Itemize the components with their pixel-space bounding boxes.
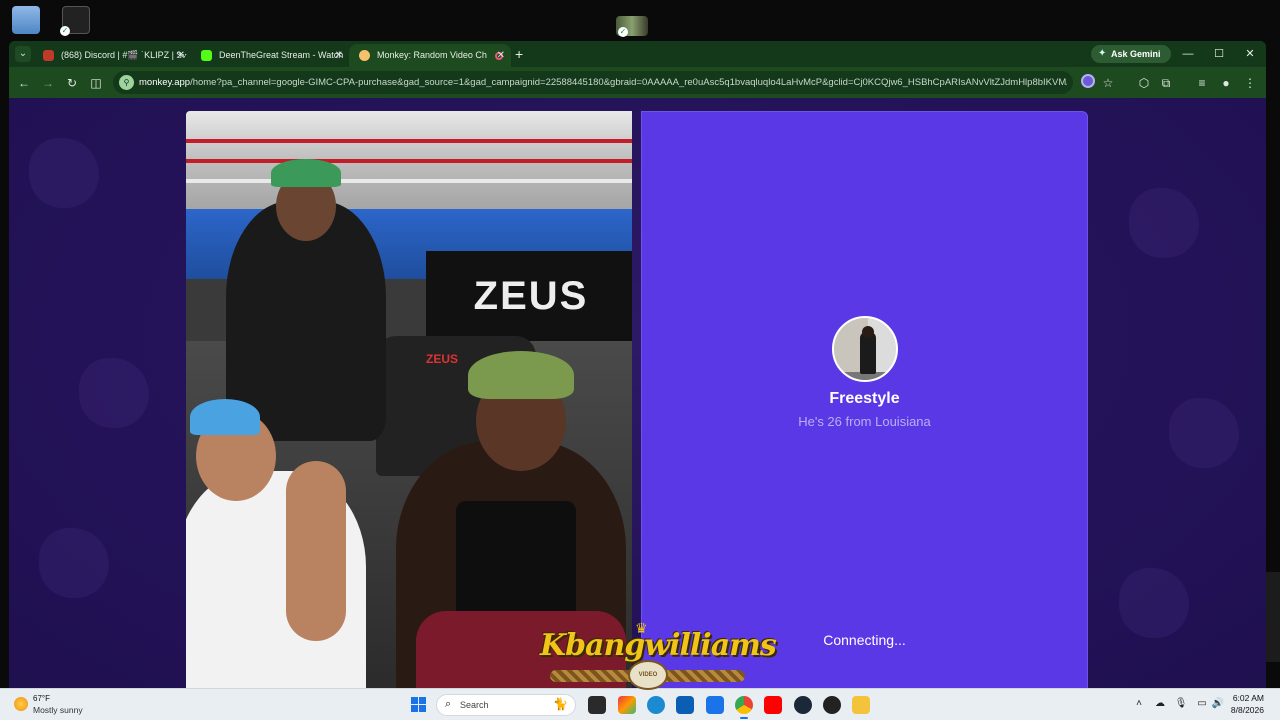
menu-kebab-icon[interactable]: ⋮ xyxy=(1241,74,1259,92)
person-white-tank xyxy=(186,399,366,691)
network-icon[interactable]: ▭ xyxy=(1194,698,1210,709)
browser-toolbar: ← → ↻ ◫ ⚲ monkey.app/home?pa_channel=goo… xyxy=(9,67,1266,98)
extensions-puzzle-icon[interactable]: ⧉ xyxy=(1157,74,1175,92)
search-placeholder: Search xyxy=(460,700,489,710)
obs-icon[interactable] xyxy=(823,696,841,714)
weather-temp: 67°F xyxy=(33,694,50,703)
url-path: /home?pa_channel=google-GIMC-CPA-purchas… xyxy=(190,77,1067,88)
windows-logo-icon xyxy=(419,697,426,704)
profile-avatar-icon[interactable]: ● xyxy=(1217,74,1235,92)
tab-monkey[interactable]: Monkey: Random Video Ch ✕ xyxy=(349,44,511,67)
person-arm xyxy=(286,461,346,641)
maximize-button[interactable]: ☐ xyxy=(1204,45,1234,63)
weather-widget[interactable]: 67°F Mostly sunny xyxy=(14,694,134,718)
close-icon[interactable]: ✕ xyxy=(497,44,505,67)
ask-gemini-label: Ask Gemini xyxy=(1111,49,1161,59)
watermark-text: Kbangwilliams xyxy=(540,628,777,663)
match-bio: He's 26 from Louisiana xyxy=(798,414,931,429)
weather-desc: Mostly sunny xyxy=(33,705,83,715)
url-text[interactable]: monkey.app/home?pa_channel=google-GIMC-C… xyxy=(139,71,1067,94)
avatar-figure-head xyxy=(862,326,874,338)
person-hat xyxy=(271,159,341,187)
tab-strip: ⌄ (868) Discord | #🎬 ˙KLIPZ | Ꮥꭹ ✕ DeenT… xyxy=(9,41,1266,67)
discord-favicon-icon xyxy=(43,50,54,61)
search-icon: ⌕ xyxy=(445,698,452,710)
address-bar[interactable]: ⚲ monkey.app/home?pa_channel=google-GIMC… xyxy=(113,71,1073,94)
sun-icon xyxy=(14,697,28,711)
sync-check-icon: ✓ xyxy=(60,26,70,36)
microphone-icon[interactable]: 🎙 xyxy=(1173,698,1189,709)
watermark-sub: VIDEO xyxy=(638,672,658,678)
tab-label: (868) Discord | #🎬 ˙KLIPZ | Ꮥꭹ xyxy=(61,50,187,60)
file-explorer-icon[interactable] xyxy=(852,696,870,714)
ask-gemini-button[interactable]: ✦ Ask Gemini xyxy=(1091,45,1171,63)
tab-label: DeenTheGreat Stream - Watch xyxy=(219,50,344,60)
clock-date: 8/8/2026 xyxy=(1230,705,1264,715)
tab-kick-stream[interactable]: DeenTheGreat Stream - Watch ✕ xyxy=(191,44,349,67)
tab-search-dropdown[interactable]: ⌄ xyxy=(15,46,31,62)
media-controls-icon[interactable]: ≡ xyxy=(1193,74,1211,92)
match-video-panel: Freestyle He's 26 from Louisiana Connect… xyxy=(641,111,1088,691)
ring-rope xyxy=(186,139,632,143)
tab-discord[interactable]: (868) Discord | #🎬 ˙KLIPZ | Ꮥꭹ ✕ xyxy=(33,44,191,67)
background-pattern xyxy=(39,528,109,598)
background-pattern xyxy=(79,358,149,428)
recycle-bin-icon[interactable] xyxy=(12,6,40,34)
background-window-edge xyxy=(1266,572,1280,662)
new-tab-button[interactable]: + xyxy=(515,45,523,63)
monkey-app-page: ZEUS ZEUS Freestyle He's 26 from Louisia… xyxy=(9,98,1266,691)
browser-window: ⌄ (868) Discord | #🎬 ˙KLIPZ | Ꮥꭹ ✕ DeenT… xyxy=(9,41,1266,691)
back-icon[interactable]: ← xyxy=(15,74,33,92)
gemini-sparkle-icon: ✦ xyxy=(1098,48,1107,59)
bookmark-star-icon[interactable]: ☆ xyxy=(1099,74,1117,92)
forward-icon[interactable]: → xyxy=(39,74,57,92)
avatar-figure xyxy=(860,332,876,374)
close-window-button[interactable]: ✕ xyxy=(1235,45,1265,63)
start-button[interactable] xyxy=(411,697,427,713)
url-host: monkey.app xyxy=(139,77,191,88)
ring-banner: ZEUS xyxy=(426,251,632,341)
minimize-button[interactable]: — xyxy=(1173,45,1203,63)
windows-logo-icon xyxy=(411,705,418,712)
background-pattern xyxy=(1129,188,1199,258)
sync-check-icon: ✓ xyxy=(618,27,628,37)
ring-rope xyxy=(186,179,632,183)
extension-icon[interactable] xyxy=(1081,74,1095,88)
windows-logo-icon xyxy=(419,705,426,712)
match-username: Freestyle xyxy=(829,390,900,407)
steam-icon[interactable] xyxy=(794,696,812,714)
windows-logo-icon xyxy=(411,697,418,704)
split-view-icon[interactable]: ◫ xyxy=(87,74,105,92)
person-cap xyxy=(190,399,260,435)
volume-icon[interactable]: 🔊 xyxy=(1210,698,1226,709)
streamer-watermark-logo: ♛ Kbangwilliams VIDEO xyxy=(540,620,777,700)
chair-logo: ZEUS xyxy=(426,352,459,366)
background-pattern xyxy=(1169,398,1239,468)
boxing-glove-icon: VIDEO xyxy=(628,660,668,690)
system-clock[interactable]: 6:02 AM 8/8/2026 xyxy=(1226,692,1264,716)
chevron-up-icon[interactable]: ˄ xyxy=(1131,698,1147,709)
background-pattern xyxy=(29,138,99,208)
clock-time: 6:02 AM xyxy=(1232,693,1264,703)
youtube-icon[interactable] xyxy=(764,696,782,714)
close-icon[interactable]: ✕ xyxy=(177,44,185,67)
background-pattern xyxy=(1119,568,1189,638)
monkey-favicon-icon xyxy=(359,50,370,61)
reload-icon[interactable]: ↻ xyxy=(63,74,81,92)
match-avatar[interactable] xyxy=(832,316,898,382)
site-info-icon[interactable]: ⚲ xyxy=(119,75,134,90)
ring-rope xyxy=(186,159,632,163)
person-durag-cloth xyxy=(468,351,574,399)
close-icon[interactable]: ✕ xyxy=(335,44,343,67)
cloud-icon[interactable]: ☁ xyxy=(1152,698,1168,709)
kick-favicon-icon xyxy=(201,50,212,61)
extension-badge-icon[interactable]: ⬡ xyxy=(1135,74,1153,92)
self-video-feed: ZEUS ZEUS xyxy=(186,111,632,691)
tab-label: Monkey: Random Video Ch xyxy=(377,50,487,60)
